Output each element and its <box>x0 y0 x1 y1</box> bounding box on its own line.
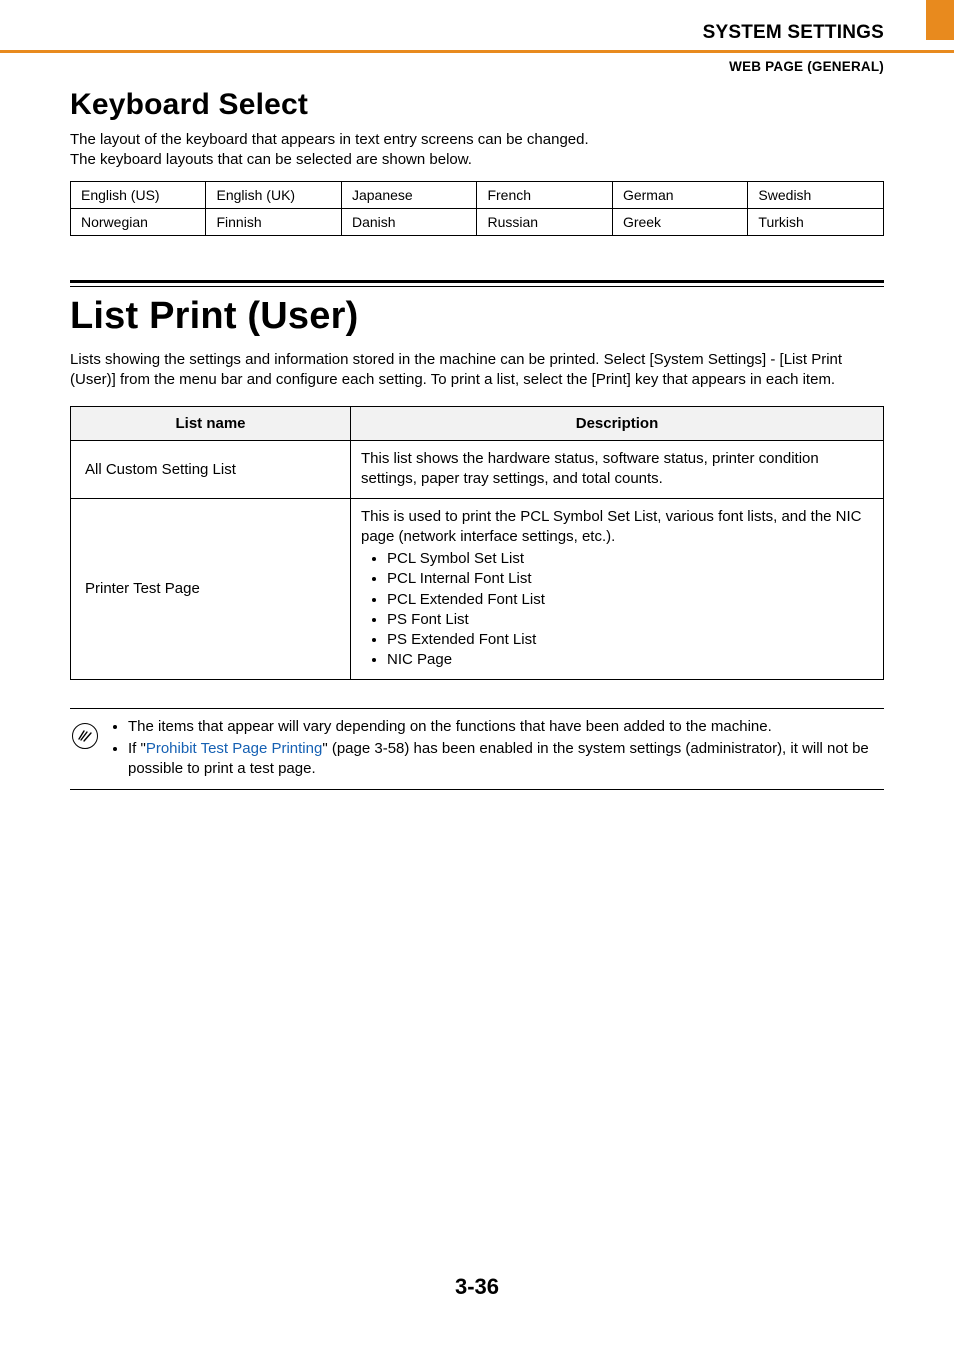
table-row: Printer Test Page This is used to print … <box>71 498 884 679</box>
list-name-cell: All Custom Setting List <box>71 441 351 499</box>
list-item: PCL Symbol Set List <box>387 549 873 569</box>
list-print-table: List name Description All Custom Setting… <box>70 406 884 680</box>
description-intro: This is used to print the PCL Symbol Set… <box>361 508 862 545</box>
section-heading-list-print: List Print (User) <box>70 295 884 338</box>
cross-reference-link[interactable]: Prohibit Test Page Printing <box>146 740 323 757</box>
note-bullet: If "Prohibit Test Page Printing" (page 3… <box>128 739 884 780</box>
description-cell: This list shows the hardware status, sof… <box>351 441 884 499</box>
table-cell: Finnish <box>206 208 341 235</box>
page-number: 3-36 <box>0 1274 954 1300</box>
table-cell: Greek <box>612 208 747 235</box>
table-header: Description <box>351 407 884 441</box>
list-item: NIC Page <box>387 650 873 670</box>
list-name-cell: Printer Test Page <box>71 498 351 679</box>
note-text-prefix: If " <box>128 740 146 757</box>
section-divider <box>70 286 884 287</box>
table-header-row: List name Description <box>71 407 884 441</box>
paragraph: The layout of the keyboard that appears … <box>70 130 884 171</box>
chapter-title: SYSTEM SETTINGS <box>0 22 884 44</box>
table-cell: Russian <box>477 208 612 235</box>
section-divider <box>70 280 884 283</box>
table-cell: German <box>612 181 747 208</box>
table-cell: Turkish <box>748 208 884 235</box>
table-row: All Custom Setting List This list shows … <box>71 441 884 499</box>
table-cell: French <box>477 181 612 208</box>
description-list: PCL Symbol Set List PCL Internal Font Li… <box>361 549 873 671</box>
breadcrumb: WEB PAGE (GENERAL) <box>0 59 954 74</box>
table-row: English (US) English (UK) Japanese Frenc… <box>71 181 884 208</box>
note-icon <box>72 723 98 749</box>
table-cell: English (UK) <box>206 181 341 208</box>
list-item: PS Extended Font List <box>387 630 873 650</box>
keyboard-layout-table: English (US) English (UK) Japanese Frenc… <box>70 181 884 236</box>
note-text: The items that appear will vary dependin… <box>110 717 884 782</box>
table-row: Norwegian Finnish Danish Russian Greek T… <box>71 208 884 235</box>
table-cell: Swedish <box>748 181 884 208</box>
list-item: PCL Internal Font List <box>387 569 873 589</box>
description-cell: This is used to print the PCL Symbol Set… <box>351 498 884 679</box>
note-rule <box>70 789 884 790</box>
paragraph-line: The layout of the keyboard that appears … <box>70 131 589 148</box>
table-cell: Norwegian <box>71 208 206 235</box>
list-item: PCL Extended Font List <box>387 590 873 610</box>
table-cell: English (US) <box>71 181 206 208</box>
list-item: PS Font List <box>387 610 873 630</box>
note-block: The items that appear will vary dependin… <box>70 708 884 791</box>
section-heading-keyboard: Keyboard Select <box>70 88 884 122</box>
paragraph: Lists showing the settings and informati… <box>70 350 884 391</box>
table-header: List name <box>71 407 351 441</box>
paragraph-line: The keyboard layouts that can be selecte… <box>70 151 472 168</box>
table-cell: Japanese <box>341 181 476 208</box>
chapter-tab <box>926 0 954 40</box>
header-rule <box>0 50 954 53</box>
note-bullet: The items that appear will vary dependin… <box>128 717 884 737</box>
table-cell: Danish <box>341 208 476 235</box>
